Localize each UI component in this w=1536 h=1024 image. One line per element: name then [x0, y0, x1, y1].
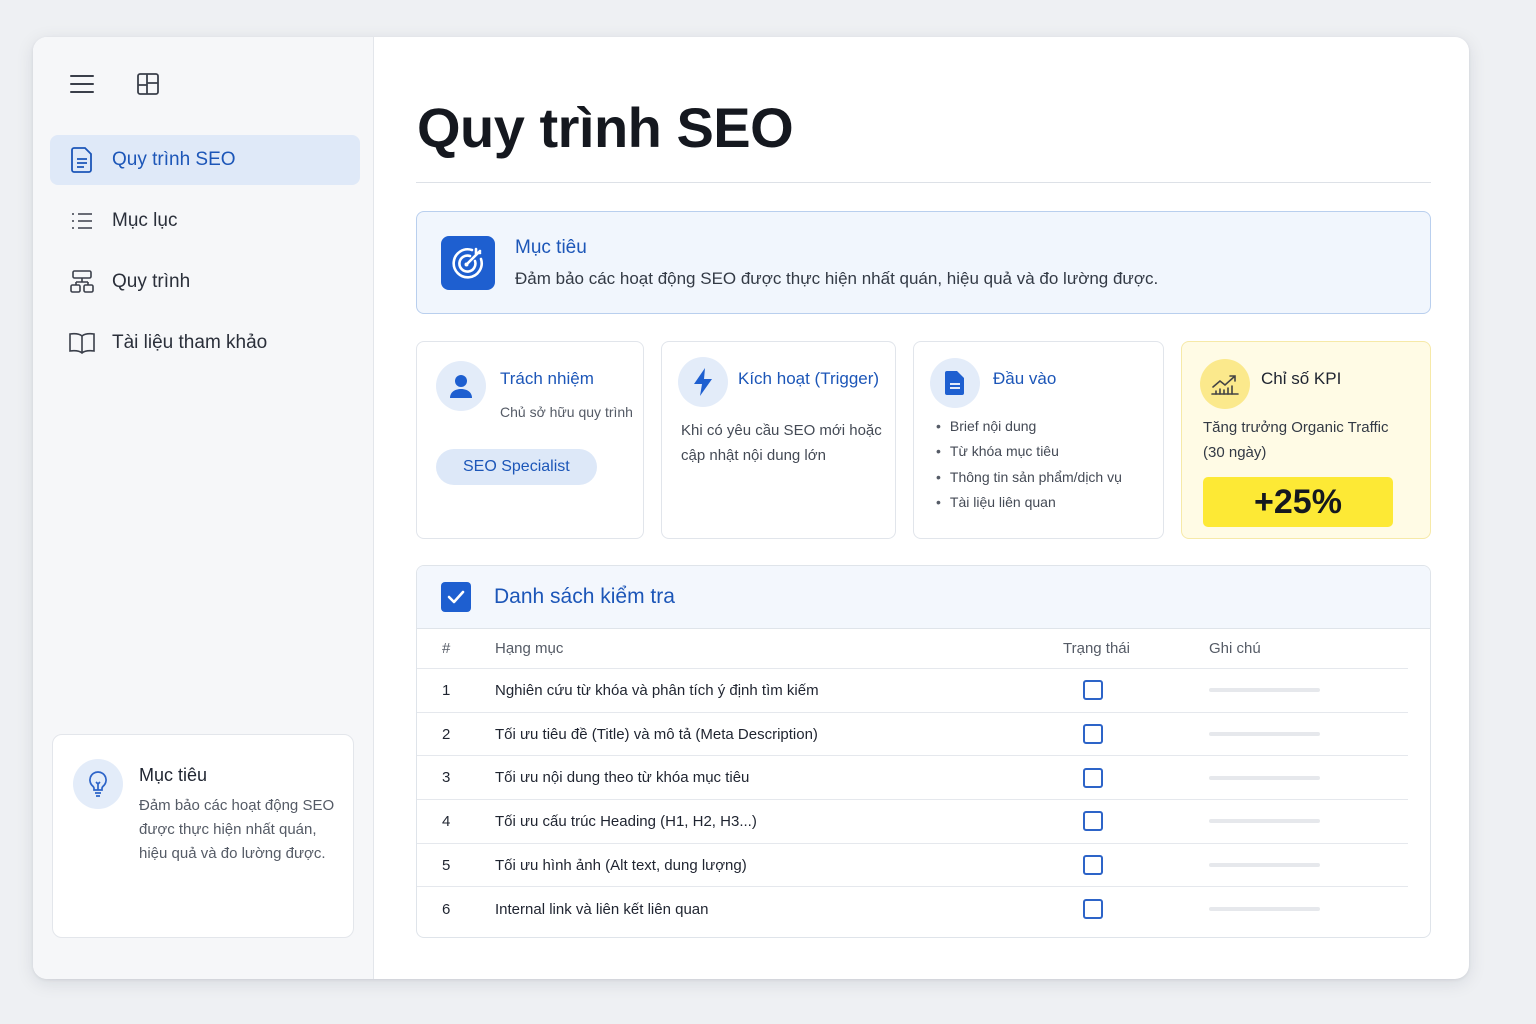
owner-badge: SEO Specialist: [436, 449, 597, 485]
row-item: Nghiên cứu từ khóa và phân tích ý định t…: [495, 681, 819, 699]
input-item: Tài liệu liên quan: [936, 490, 1122, 516]
user-icon: [436, 361, 486, 411]
kpi-title: Chỉ số KPI: [1261, 369, 1342, 388]
chart-growth-icon: [1200, 359, 1250, 409]
kpi-value: +25%: [1203, 477, 1393, 527]
note-field[interactable]: [1209, 732, 1320, 737]
sidebar-item-quy-trinh-seo[interactable]: Quy trình SEO: [50, 135, 360, 185]
row-item: Tối ưu nội dung theo từ khóa mục tiêu: [495, 769, 750, 787]
file-icon: [930, 358, 980, 408]
menu-icon[interactable]: [69, 71, 95, 97]
responsibility-subtitle: Chủ sở hữu quy trình: [500, 404, 633, 420]
column-header-status: Trạng thái: [1063, 640, 1130, 657]
goal-banner: Mục tiêu Đảm bảo các hoạt động SEO được …: [416, 211, 1431, 314]
goal-title: Mục tiêu: [515, 236, 587, 258]
column-header-note: Ghi chú: [1209, 640, 1261, 657]
column-header-item: Hạng mục: [495, 640, 564, 657]
note-field[interactable]: [1209, 863, 1320, 868]
status-checkbox[interactable]: [1083, 767, 1103, 788]
sidebar-item-tai-lieu[interactable]: Tài liệu tham khảo: [50, 318, 360, 368]
table-row: 4 Tối ưu cấu trúc Heading (H1, H2, H3...…: [417, 800, 1408, 844]
input-list: Brief nội dung Từ khóa mục tiêu Thông ti…: [936, 413, 1122, 515]
document-icon: [68, 146, 96, 174]
row-number: 5: [442, 856, 451, 874]
sidebar-card-desc: Đảm bảo các hoạt động SEO được thực hiện…: [139, 797, 335, 862]
row-item: Tối ưu tiêu đề (Title) và mô tả (Meta De…: [495, 725, 818, 743]
checklist-header: Danh sách kiểm tra: [417, 566, 1430, 629]
status-checkbox[interactable]: [1083, 811, 1103, 832]
list-icon: [68, 207, 96, 235]
title-divider: [416, 182, 1431, 183]
column-header-num: #: [442, 640, 451, 657]
table-row: 3 Tối ưu nội dung theo từ khóa mục tiêu: [417, 756, 1408, 801]
table-row: 6 Internal link và liên kết liên quan: [417, 887, 1408, 931]
input-item: Thông tin sản phẩm/dịch vụ: [936, 464, 1122, 490]
row-number: 2: [442, 725, 451, 743]
status-checkbox[interactable]: [1083, 855, 1103, 876]
sidebar-item-quy-trinh[interactable]: Quy trình: [50, 257, 360, 307]
page-title: Quy trình SEO: [417, 96, 794, 159]
status-checkbox[interactable]: [1083, 680, 1103, 701]
table-header-row: # Hạng mục Trạng thái Ghi chú: [417, 629, 1408, 669]
trigger-card: Kích hoạt (Trigger) Khi có yêu cầu SEO m…: [661, 341, 896, 539]
row-item: Tối ưu hình ảnh (Alt text, dung lượng): [495, 856, 747, 874]
kpi-description: Tăng trưởng Organic Traffic (30 ngày): [1203, 419, 1389, 461]
sidebar-item-muc-luc[interactable]: Mục lục: [50, 196, 360, 246]
status-checkbox[interactable]: [1083, 899, 1103, 920]
row-number: 4: [442, 812, 451, 830]
book-icon: [68, 329, 96, 357]
note-field[interactable]: [1209, 907, 1320, 912]
layout-icon[interactable]: [135, 71, 161, 97]
input-title: Đầu vào: [993, 369, 1057, 388]
note-field[interactable]: [1209, 819, 1320, 824]
row-item: Tối ưu cấu trúc Heading (H1, H2, H3...): [495, 812, 757, 830]
input-item: Từ khóa mục tiêu: [936, 439, 1122, 465]
sidebar-item-label: Quy trình SEO: [112, 149, 236, 170]
note-field[interactable]: [1209, 688, 1320, 693]
sidebar-goal-card: Mục tiêu Đảm bảo các hoạt động SEO được …: [52, 734, 354, 938]
status-checkbox[interactable]: [1083, 724, 1103, 745]
input-item: Brief nội dung: [936, 413, 1122, 439]
sidebar-item-label: Mục lục: [112, 210, 178, 231]
row-number: 1: [442, 681, 451, 699]
row-number: 3: [442, 769, 451, 787]
checklist: Danh sách kiểm tra # Hạng mục Trạng thái…: [416, 565, 1431, 938]
goal-description: Đảm bảo các hoạt động SEO được thực hiện…: [515, 268, 1159, 288]
sidebar-toolbar: [69, 71, 161, 97]
responsibility-title: Trách nhiệm: [500, 369, 594, 388]
sidebar-card-title: Mục tiêu: [139, 765, 208, 785]
sidebar-item-label: Tài liệu tham khảo: [112, 332, 268, 353]
table-row: 5 Tối ưu hình ảnh (Alt text, dung lượng): [417, 844, 1408, 888]
trigger-title: Kích hoạt (Trigger): [738, 369, 880, 388]
note-field[interactable]: [1209, 775, 1320, 780]
kpi-card: Chỉ số KPI Tăng trưởng Organic Traffic (…: [1181, 341, 1431, 539]
lightning-icon: [678, 357, 728, 407]
checklist-title: Danh sách kiểm tra: [494, 585, 675, 608]
sidebar-item-label: Quy trình: [112, 271, 191, 292]
checkbox-checked-icon: [441, 582, 471, 612]
responsibility-card: Trách nhiệm Chủ sở hữu quy trình SEO Spe…: [416, 341, 644, 539]
sidebar: Quy trình SEO Mục lục Quy trình Tài liệu…: [33, 37, 374, 979]
app-window: Quy trình SEO Mục lục Quy trình Tài liệu…: [33, 37, 1469, 979]
row-number: 6: [442, 900, 451, 918]
table-row: 1 Nghiên cứu từ khóa và phân tích ý định…: [417, 669, 1408, 713]
sidebar-nav: Quy trình SEO Mục lục Quy trình Tài liệu…: [50, 135, 360, 379]
lightbulb-icon: [73, 759, 123, 809]
main-content: Quy trình SEO Mục tiêu Đảm bảo các hoạt …: [374, 37, 1469, 979]
row-item: Internal link và liên kết liên quan: [495, 900, 709, 918]
input-card: Đầu vào Brief nội dung Từ khóa mục tiêu …: [913, 341, 1164, 539]
trigger-text: Khi có yêu cầu SEO mới hoặc cập nhật nội…: [681, 422, 882, 464]
flowchart-icon: [68, 268, 96, 296]
target-icon: [441, 235, 495, 290]
table-row: 2 Tối ưu tiêu đề (Title) và mô tả (Meta …: [417, 713, 1408, 757]
